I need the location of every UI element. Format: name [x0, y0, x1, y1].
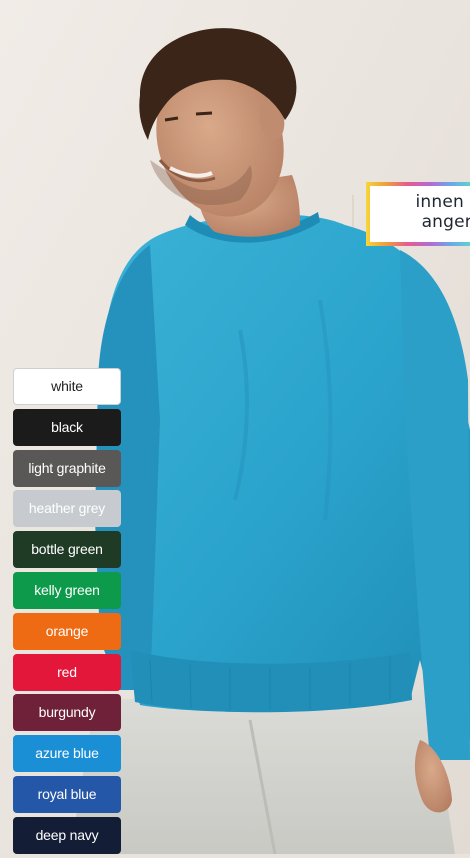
promo-label-line-1: innen [415, 192, 464, 212]
color-swatch-royal-blue[interactable]: royal blue [13, 775, 121, 813]
color-swatch-bottle-green[interactable]: bottle green [13, 531, 121, 569]
color-swatch-deep-navy[interactable]: deep navy [13, 816, 121, 854]
color-swatch-burgundy[interactable]: burgundy [13, 694, 121, 732]
color-swatch-heather-grey[interactable]: heather grey [13, 490, 121, 528]
promo-label-body: innen anger [370, 186, 470, 242]
color-swatch-orange[interactable]: orange [13, 612, 121, 650]
color-swatch-list: white black light graphite heather grey bott… [13, 368, 121, 858]
color-swatch-red[interactable]: red [13, 653, 121, 691]
color-swatch-light-graphite[interactable]: light graphite [13, 449, 121, 487]
color-swatch-black[interactable]: black [13, 408, 121, 446]
color-swatch-white[interactable]: white [13, 368, 121, 405]
color-swatch-azure-blue[interactable]: azure blue [13, 735, 121, 773]
promo-label-line-2: anger [421, 212, 470, 232]
color-swatch-kelly-green[interactable]: kelly green [13, 571, 121, 609]
promo-label: innen anger [366, 182, 470, 246]
